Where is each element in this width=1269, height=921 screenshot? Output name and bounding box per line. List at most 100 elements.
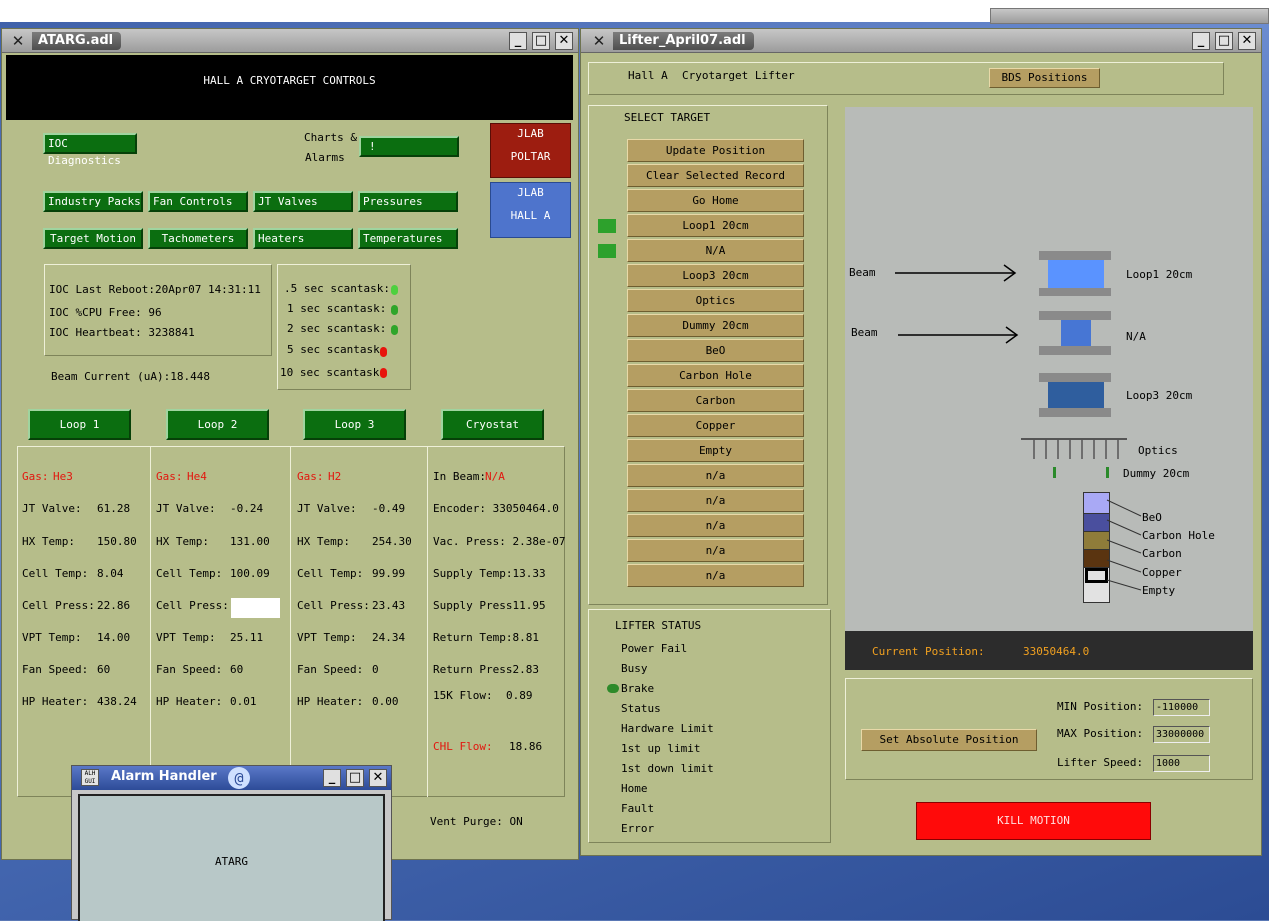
carbon-diagram-label: Carbon (1142, 547, 1182, 560)
clear-selected-record-button[interactable]: Clear Selected Record (627, 164, 804, 187)
encoder-readout: Encoder: 33050464.0 (433, 502, 559, 515)
target-empty-button[interactable]: Empty (627, 439, 804, 462)
status-hardware-limit: Hardware Limit (621, 722, 714, 735)
set-absolute-position-button[interactable]: Set Absolute Position (861, 729, 1037, 751)
loop1-cell (1048, 260, 1104, 288)
heaters-button[interactable]: Heaters (253, 228, 353, 249)
industry-packs-button[interactable]: Industry Packs (43, 191, 143, 212)
alarm-handler-window: ALH GUI Alarm Handler @ _ □ ✕ ATARG (71, 765, 392, 921)
lifter-speed-input[interactable]: 1000 (1153, 755, 1210, 772)
minimize-icon[interactable]: _ (509, 32, 527, 50)
max-position-input[interactable]: 33000000 (1153, 726, 1210, 743)
copper-diagram-label: Copper (1142, 566, 1182, 579)
in-beam-value: N/A (485, 470, 505, 483)
status-power-fail: Power Fail (621, 642, 688, 655)
charts-alarms-button[interactable]: ! (359, 136, 459, 157)
jt-valves-button[interactable]: JT Valves (253, 191, 353, 212)
close-icon[interactable]: ✕ (369, 769, 387, 787)
target-dummy-button[interactable]: Dummy 20cm (627, 314, 804, 337)
background-window-titlebar[interactable] (990, 8, 1269, 24)
target-beo-button[interactable]: BeO (627, 339, 804, 362)
vac-press-readout: Vac. Press: 2.38e-07 (433, 535, 566, 548)
target-na-slot-button[interactable]: n/a (627, 464, 804, 487)
chl-flow-label: CHL Flow: (433, 740, 493, 753)
temperatures-button[interactable]: Temperatures (358, 228, 458, 249)
target-loop3-button[interactable]: Loop3 20cm (627, 264, 804, 287)
x-logo-icon[interactable]: ✕ (8, 32, 28, 50)
jlab-halla-button[interactable]: JLAB HALL A (490, 182, 571, 238)
loop1-diagram-label: Loop1 20cm (1126, 268, 1193, 281)
atarg-header-title: HALL A CRYOTARGET CONTROLS (203, 74, 376, 87)
target-optics-button[interactable]: Optics (627, 289, 804, 312)
lifter-status-title: LIFTER STATUS (615, 619, 702, 632)
minimize-icon[interactable]: _ (1192, 32, 1210, 50)
target-na-slot-button[interactable]: n/a (627, 539, 804, 562)
beam-label: Beam (849, 266, 876, 279)
optics-foils (1021, 438, 1127, 459)
loop2-vpt-value: 25.11 (230, 631, 264, 644)
maximize-icon[interactable]: □ (346, 769, 364, 787)
update-position-button[interactable]: Update Position (627, 139, 804, 162)
fan-controls-button[interactable]: Fan Controls (148, 191, 248, 212)
target-na-slot-button[interactable]: n/a (627, 489, 804, 512)
go-home-button[interactable]: Go Home (627, 189, 804, 212)
loop1-gas-label: Gas: (22, 470, 49, 483)
scantask-led (380, 368, 387, 378)
beo-diagram-label: BeO (1142, 511, 1162, 524)
tachometers-button[interactable]: Tachometers (148, 228, 248, 249)
pressures-button[interactable]: Pressures (358, 191, 458, 212)
loop1-button[interactable]: Loop 1 (28, 409, 131, 440)
column-divider (150, 446, 151, 797)
target-motion-button[interactable]: Target Motion (43, 228, 143, 249)
maximize-icon[interactable]: □ (1215, 32, 1233, 50)
cryostat-button[interactable]: Cryostat (441, 409, 544, 440)
loop1-cell-top (1039, 251, 1111, 260)
lifter-speed-label: Lifter Speed: (1057, 756, 1144, 769)
na-diagram-label: N/A (1126, 330, 1146, 343)
loop1-hx-label: HX Temp: (22, 535, 75, 548)
ioc-diagnostics-button[interactable]: IOC Diagnostics (43, 133, 137, 167)
close-icon[interactable]: ✕ (1238, 32, 1256, 50)
target-na-button[interactable]: N/A (627, 239, 804, 262)
loop1-hp-label: HP Heater: (22, 695, 89, 708)
loop1-jt-label: JT Valve: (22, 502, 82, 515)
target-carbon-hole-button[interactable]: Carbon Hole (627, 364, 804, 387)
empty-diagram-label: Empty (1142, 584, 1176, 597)
bds-positions-button[interactable]: BDS Positions (989, 68, 1100, 88)
target-carbon-button[interactable]: Carbon (627, 389, 804, 412)
loop1-jt-value: 61.28 (97, 502, 131, 515)
loop2-button[interactable]: Loop 2 (166, 409, 269, 440)
alarm-titlebar[interactable]: ALH GUI Alarm Handler @ _ □ ✕ (72, 766, 391, 790)
lifter-titlebar[interactable]: ✕ Lifter_April07.adl _ □ ✕ (581, 29, 1261, 53)
loop1-cellpress-label: Cell Press: (22, 599, 95, 612)
column-divider (427, 446, 428, 797)
target-na-slot-button[interactable]: n/a (627, 514, 804, 537)
beam-label: Beam (851, 326, 878, 339)
alarm-item-atarg[interactable]: ATARG (78, 855, 385, 868)
target-loop1-button[interactable]: Loop1 20cm (627, 214, 804, 237)
maximize-icon[interactable]: □ (532, 32, 550, 50)
atarg-titlebar[interactable]: ✕ ATARG.adl _ □ ✕ (2, 29, 578, 53)
loop3-hx-label: HX Temp: (297, 535, 350, 548)
kill-motion-button[interactable]: KILL MOTION (916, 802, 1151, 840)
loop3-vpt-value: 24.34 (372, 631, 406, 644)
scantask-led (391, 325, 398, 335)
loop3-hp-value: 0.00 (372, 695, 399, 708)
min-position-input[interactable]: -110000 (1153, 699, 1210, 716)
minimize-icon[interactable]: _ (323, 769, 341, 787)
alarm-app-icon[interactable]: ALH GUI (81, 769, 99, 786)
jlab-poltar-button[interactable]: JLAB POLTAR (490, 123, 571, 178)
ioc-last-reboot: IOC Last Reboot:20Apr07 14:31:11 (49, 283, 261, 296)
target-indicator (598, 219, 616, 233)
x-logo-icon[interactable]: ✕ (589, 32, 609, 50)
status-brake: Brake (621, 682, 655, 695)
loop3-button[interactable]: Loop 3 (303, 409, 406, 440)
supply-press-readout: Supply Press11.95 (433, 599, 546, 612)
loop1-vpt-value: 14.00 (97, 631, 131, 644)
close-icon[interactable]: ✕ (555, 32, 573, 50)
target-na-slot-button[interactable]: n/a (627, 564, 804, 587)
target-copper-button[interactable]: Copper (627, 414, 804, 437)
loop3-cellpress-label: Cell Press: (297, 599, 370, 612)
loop3-vpt-label: VPT Temp: (297, 631, 357, 644)
optics-diagram-label: Optics (1138, 444, 1178, 457)
